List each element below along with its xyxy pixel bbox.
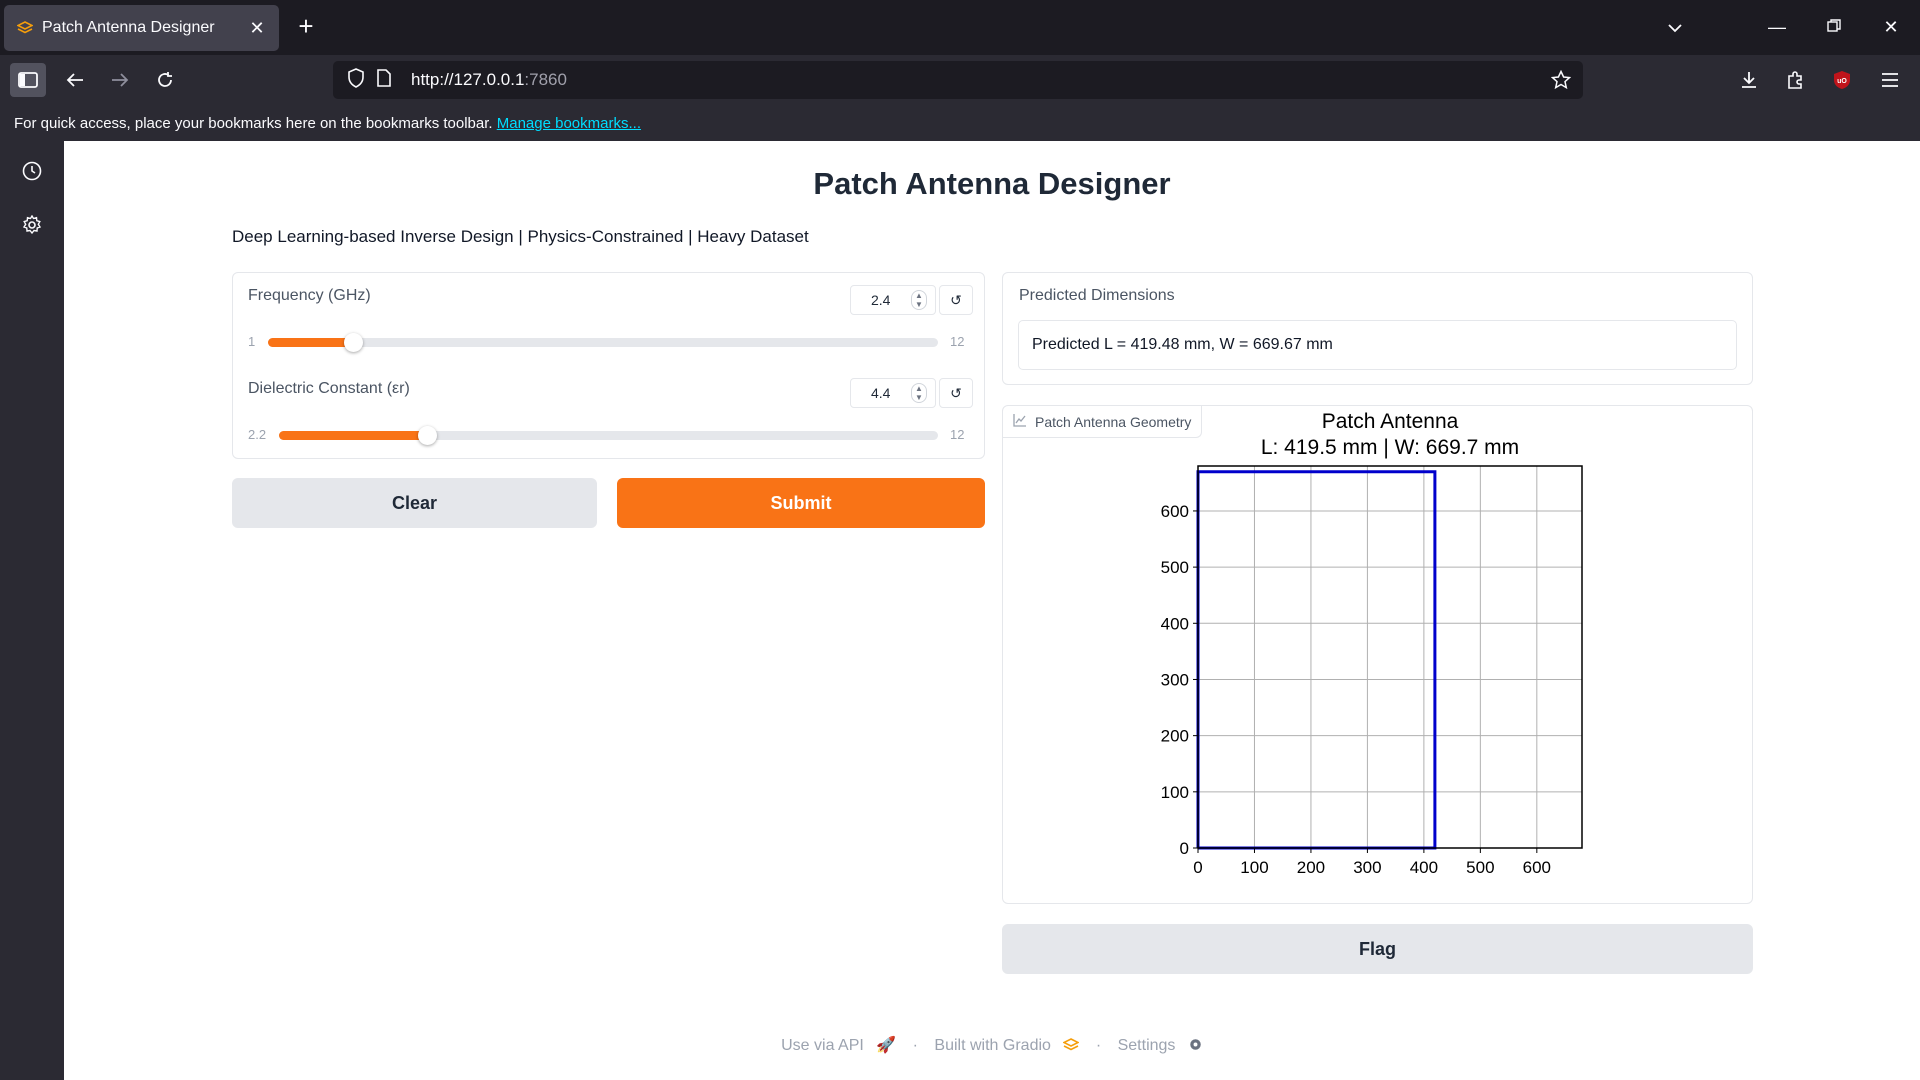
minimize-icon[interactable]: — xyxy=(1762,12,1792,42)
url-port: :7860 xyxy=(524,70,567,89)
frequency-stepper-icon[interactable]: ▲ ▼ xyxy=(911,290,927,310)
bookmark-star-icon[interactable] xyxy=(1550,69,1572,95)
frequency-reset-icon[interactable]: ↺ xyxy=(939,285,973,315)
sidebar-toggle-icon[interactable] xyxy=(10,63,46,97)
gradio-logo-icon xyxy=(1062,1037,1081,1054)
clear-button[interactable]: Clear xyxy=(232,478,597,528)
svg-text:uO: uO xyxy=(1837,78,1847,85)
y-tick-label: 100 xyxy=(1161,783,1189,802)
plot-panel: Patch Antenna Geometry Patch Antenna L: 4… xyxy=(1002,405,1753,904)
x-tick-label: 400 xyxy=(1410,858,1438,877)
x-tick-label: 300 xyxy=(1353,858,1381,877)
hamburger-menu-icon[interactable] xyxy=(1872,63,1908,97)
built-with-gradio-link[interactable]: Built with Gradio xyxy=(930,1037,1087,1054)
url-bar[interactable]: http://127.0.0.1:7860 xyxy=(333,61,1583,99)
x-tick-label: 0 xyxy=(1193,858,1202,877)
tab-list-chevron-down-icon[interactable] xyxy=(1660,12,1690,42)
history-clock-icon[interactable] xyxy=(20,159,44,183)
footer-separator: · xyxy=(1095,1037,1102,1054)
manage-bookmarks-link[interactable]: Manage bookmarks... xyxy=(497,115,641,132)
footer: Use via API 🚀 · Built with Gradio · Sett… xyxy=(64,1035,1920,1055)
footer-separator: · xyxy=(912,1037,918,1054)
page-subtitle: Deep Learning-based Inverse Design | Phy… xyxy=(232,227,809,246)
x-tick-label: 100 xyxy=(1240,858,1268,877)
dielectric-value: 4.4 xyxy=(871,385,891,401)
frequency-slider[interactable] xyxy=(268,333,938,352)
dielectric-number-input[interactable]: 4.4 ▲ ▼ xyxy=(850,378,936,408)
y-tick-label: 300 xyxy=(1161,670,1189,689)
y-tick-label: 400 xyxy=(1161,614,1189,633)
frequency-value: 2.4 xyxy=(871,292,891,308)
new-tab-icon[interactable]: + xyxy=(292,12,320,40)
dielectric-min-label: 2.2 xyxy=(248,427,267,442)
x-tick-label: 500 xyxy=(1466,858,1494,877)
close-window-icon[interactable]: ✕ xyxy=(1876,12,1906,42)
x-tick-label: 200 xyxy=(1297,858,1325,877)
predicted-dimensions-output: Predicted L = 419.48 mm, W = 669.67 mm xyxy=(1018,320,1737,370)
downloads-icon[interactable] xyxy=(1731,63,1767,97)
gradio-favicon-icon xyxy=(16,19,34,37)
frequency-slider-thumb[interactable] xyxy=(344,333,364,352)
forward-arrow-icon[interactable] xyxy=(102,63,138,97)
dielectric-max-label: 12 xyxy=(950,427,965,442)
dielectric-stepper-icon[interactable]: ▲ ▼ xyxy=(911,383,927,403)
browser-sidebar xyxy=(0,141,64,1080)
gradio-page: Patch Antenna Designer Deep Learning-bas… xyxy=(64,141,1920,1080)
ublock-origin-icon[interactable]: uO xyxy=(1824,63,1860,97)
chart-title: Patch Antenna xyxy=(1322,410,1459,433)
predicted-dimensions-panel: Predicted Dimensions Predicted L = 419.4… xyxy=(1002,272,1753,385)
dielectric-label: Dielectric Constant (εr) xyxy=(248,380,410,397)
browser-tab-bar: Patch Antenna Designer ✕ + — ✕ xyxy=(0,0,1920,55)
browser-tab-title: Patch Antenna Designer xyxy=(42,19,215,36)
built-with-gradio-text: Built with Gradio xyxy=(934,1037,1051,1054)
y-tick-label: 600 xyxy=(1161,502,1189,521)
frequency-min-label: 1 xyxy=(248,334,256,349)
footer-gear-icon xyxy=(1188,1037,1203,1054)
submit-button[interactable]: Submit xyxy=(617,478,985,528)
back-arrow-icon[interactable] xyxy=(57,63,93,97)
input-panel: Frequency (GHz) 2.4 ▲ ▼ ↺ 1 12 Dielectric… xyxy=(232,272,985,459)
tab-close-icon[interactable]: ✕ xyxy=(247,18,267,39)
plot-frame xyxy=(1197,465,1583,849)
patch-antenna-plot: Patch Antenna L: 419.5 mm | W: 669.7 mm 0 1… xyxy=(1161,410,1583,877)
rocket-icon: 🚀 xyxy=(876,1037,897,1054)
page-info-icon[interactable] xyxy=(377,68,391,92)
settings-gear-icon[interactable] xyxy=(20,213,44,237)
page-title: Patch Antenna Designer xyxy=(813,166,1171,201)
dielectric-reset-icon[interactable]: ↺ xyxy=(939,378,973,408)
dielectric-slider-fill xyxy=(279,431,427,440)
chart-subtitle: L: 419.5 mm | W: 669.7 mm xyxy=(1261,436,1519,459)
dielectric-slider-thumb[interactable] xyxy=(417,426,437,445)
browser-tab[interactable]: Patch Antenna Designer ✕ xyxy=(4,5,279,51)
frequency-slider-fill xyxy=(268,338,354,347)
predicted-dimensions-label: Predicted Dimensions xyxy=(1019,287,1175,304)
reload-icon[interactable] xyxy=(147,63,183,97)
flag-button[interactable]: Flag xyxy=(1002,924,1753,974)
browser-nav-bar: http://127.0.0.1:7860 uO xyxy=(0,55,1920,105)
use-via-api-link[interactable]: Use via API 🚀 xyxy=(777,1037,900,1054)
footer-settings-link[interactable]: Settings xyxy=(1114,1037,1207,1054)
frequency-label: Frequency (GHz) xyxy=(248,287,371,304)
url-text[interactable]: http://127.0.0.1:7860 xyxy=(411,70,567,90)
y-tick-label: 0 xyxy=(1180,839,1189,858)
url-host: http://127.0.0.1 xyxy=(411,70,525,89)
restore-icon[interactable] xyxy=(1819,12,1849,42)
y-tick-label: 500 xyxy=(1161,558,1189,577)
dielectric-slider[interactable] xyxy=(279,426,938,445)
frequency-max-label: 12 xyxy=(950,334,965,349)
frequency-number-input[interactable]: 2.4 ▲ ▼ xyxy=(850,285,936,315)
shield-icon[interactable] xyxy=(347,67,365,93)
y-tick-label: 200 xyxy=(1161,727,1189,746)
footer-settings-text: Settings xyxy=(1117,1037,1176,1054)
use-via-api-text: Use via API xyxy=(781,1037,864,1054)
bookmarks-toolbar: For quick access, place your bookmarks h… xyxy=(0,105,1920,141)
bookmarks-hint-text: For quick access, place your bookmarks h… xyxy=(14,115,493,132)
x-tick-label: 600 xyxy=(1523,858,1551,877)
extensions-icon[interactable] xyxy=(1777,63,1813,97)
